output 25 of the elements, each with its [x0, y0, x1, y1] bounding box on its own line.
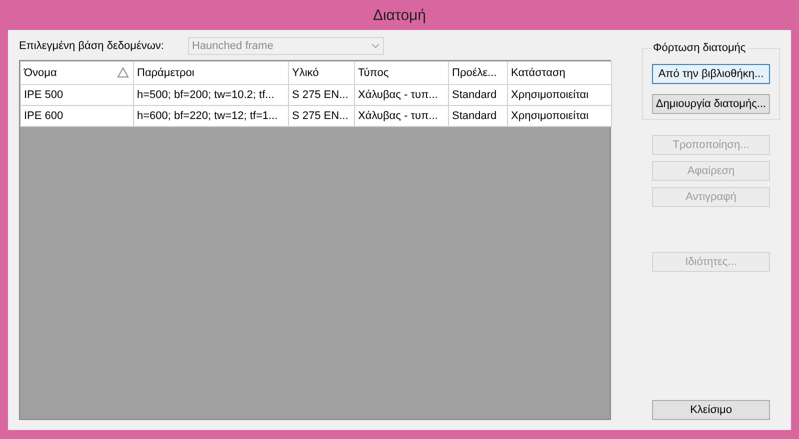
load-button[interactable]: Από την βιβλιοθήκη... — [652, 64, 770, 84]
column-header[interactable]: Κατάσταση — [508, 62, 612, 84]
column-header[interactable]: Προέλε... — [448, 62, 508, 84]
table-cell: Χάλυβας - τυπ... — [354, 106, 448, 126]
table-cell: IPE 600 — [20, 106, 134, 126]
group-title: Φόρτωση διατομής — [651, 42, 748, 54]
table-cell: h=600; bf=220; tw=12; tf=1... — [134, 106, 288, 126]
column-header[interactable]: Όνομα — [20, 62, 134, 84]
table-cell: Standard — [448, 84, 508, 106]
database-label: Επιλεγμένη βάση δεδομένων: — [19, 40, 164, 52]
column-header[interactable]: Τύπος — [354, 62, 448, 84]
table-cell: S 275 EN... — [288, 106, 354, 126]
table-cell: Χάλυβας - τυπ... — [354, 84, 448, 106]
table-cell: IPE 500 — [20, 84, 134, 106]
column-header[interactable]: Παράμετροι — [134, 62, 288, 84]
table-cell: Standard — [448, 106, 508, 126]
table-cell: h=500; bf=200; tw=10.2; tf... — [134, 84, 288, 106]
table-cell: Χρησιμοποιείται — [508, 84, 612, 106]
column-header[interactable]: Υλικό — [288, 62, 354, 84]
chevron-icon — [371, 43, 380, 49]
window-title: Διατομή — [372, 6, 428, 26]
close-button[interactable]: Κλείσιμο — [652, 400, 770, 420]
table-cell: S 275 EN... — [288, 84, 354, 106]
table-cell: Χρησιμοποιείται — [508, 106, 612, 126]
load-button[interactable]: Δημιουργία διατομής... — [652, 94, 770, 114]
